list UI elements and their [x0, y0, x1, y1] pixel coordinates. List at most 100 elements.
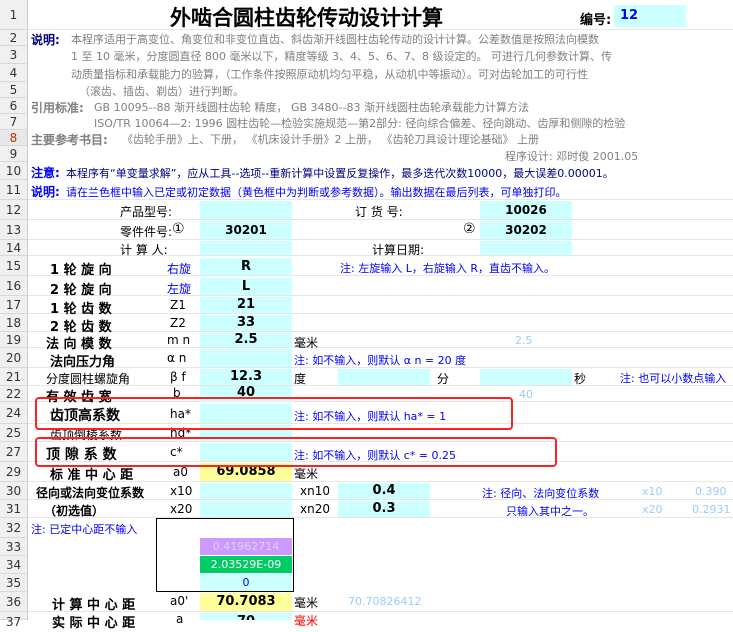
- z2-symbol: Z2: [170, 316, 186, 330]
- order-number-field[interactable]: 10026: [480, 201, 572, 219]
- row-header[interactable]: 21: [0, 368, 28, 386]
- gear1-part-field[interactable]: 30201: [200, 221, 292, 239]
- row-header[interactable]: 16: [0, 276, 28, 296]
- description-line: 动质量指标和承载能力的验算，（工作条件按照原动机均匀平稳，从动机中等振动）。可对…: [71, 68, 588, 81]
- face-width-reference: 40: [519, 388, 533, 401]
- row-header[interactable]: 9: [0, 146, 28, 162]
- center-distance-note: 注: 已定中心距不输入: [31, 523, 138, 536]
- row-header[interactable]: 22: [0, 386, 28, 402]
- row-header[interactable]: 3: [0, 46, 28, 64]
- row-header[interactable]: 25: [0, 424, 28, 442]
- description-line: 1 至 10 毫米，分度圆直径 800 毫米以下，精度等级 3、4、5、6、7、…: [71, 50, 612, 63]
- pressure-angle-label: 法向压力角: [50, 355, 116, 370]
- page-title: 外啮合圆柱齿轮传动设计计算: [170, 5, 443, 30]
- row-header[interactable]: 20: [0, 348, 28, 368]
- helix-angle-degrees-field[interactable]: 12.3: [200, 369, 292, 385]
- actual-center-unit: 毫米: [294, 614, 319, 628]
- calc-center-reference: 70.70826412: [348, 595, 422, 608]
- z1-field[interactable]: 21: [200, 297, 292, 313]
- gear2-part-field[interactable]: 30202: [480, 221, 572, 239]
- row-header[interactable]: 31: [0, 500, 28, 518]
- row-header[interactable]: 2: [0, 30, 28, 46]
- degree-unit: 度: [294, 372, 307, 386]
- calc-date-field[interactable]: [480, 241, 572, 255]
- part-number-label: 零件件号:: [120, 225, 173, 239]
- x20-ref-symbol: x20: [642, 503, 663, 516]
- gear2-helix-symbol: 左旋: [167, 282, 192, 296]
- row-header[interactable]: 17: [0, 296, 28, 314]
- helix-angle-seconds-field[interactable]: [480, 369, 572, 385]
- standards-line: GB 10095--88 渐开线圆柱齿轮 精度， GB 3480--83 渐开线…: [94, 101, 529, 114]
- notice-text: 本程序有“单变量求解”，应从工具--选项--重新计算中设置反复操作，最多迭代次数…: [66, 167, 614, 180]
- row-header[interactable]: 18: [0, 314, 28, 332]
- minute-unit: 分: [437, 372, 450, 386]
- row-header[interactable]: 15: [0, 256, 28, 276]
- row-header[interactable]: 27: [0, 442, 28, 462]
- grid-line: [28, 314, 733, 332]
- row-header[interactable]: 6: [0, 98, 28, 114]
- row-header[interactable]: 24: [0, 402, 28, 424]
- calculator-field[interactable]: [200, 241, 292, 255]
- description-label: 说明:: [31, 33, 60, 47]
- grid-line: [28, 332, 733, 348]
- x10-ref-symbol: x10: [642, 485, 663, 498]
- x10-field[interactable]: [200, 483, 292, 499]
- row-header[interactable]: 33: [0, 538, 28, 556]
- second-unit: 秒: [574, 372, 587, 386]
- row-header[interactable]: 1: [0, 0, 28, 30]
- row-header[interactable]: 30: [0, 482, 28, 500]
- helix-note: 注: 左旋输入 L，右旋输入 R，直齿不输入。: [340, 260, 555, 276]
- gear1-helix-field[interactable]: R: [200, 258, 292, 275]
- calc-center-symbol: a0': [170, 594, 189, 608]
- calculator-label: 计 算 人:: [120, 243, 168, 257]
- row-header[interactable]: 10: [0, 162, 28, 180]
- number-label: 编号:: [580, 13, 612, 28]
- grid-line: [28, 296, 733, 314]
- normal-module-field[interactable]: 2.5: [200, 333, 292, 347]
- x20-field[interactable]: [200, 501, 292, 517]
- row-header[interactable]: 14: [0, 240, 28, 256]
- shift-coef-label: 径向或法向变位系数: [36, 486, 145, 500]
- helix-angle-label: 分度圆柱螺旋角: [46, 372, 131, 386]
- row-header[interactable]: 13: [0, 220, 28, 240]
- shift-coef-note-2: 只输入其中之一。: [506, 505, 594, 518]
- standard-center-unit: 毫米: [294, 467, 319, 481]
- shift-coef-note: 注: 径向、法向变位系数: [482, 487, 600, 500]
- x20-ref-value: 0.2931: [692, 503, 731, 516]
- product-model-field[interactable]: [200, 201, 292, 219]
- row-header[interactable]: 36: [0, 592, 28, 612]
- initial-value-label: （初选值）: [44, 504, 105, 518]
- number-field[interactable]: 12: [614, 5, 686, 27]
- row-header[interactable]: 37: [0, 612, 28, 629]
- iteration-value-purple: 0.41962714: [200, 538, 292, 555]
- standards-label: 引用标准:: [31, 101, 84, 115]
- xn10-field[interactable]: 0.4: [338, 483, 430, 499]
- xn20-symbol: xn20: [300, 502, 330, 516]
- row-header[interactable]: 11: [0, 180, 28, 200]
- z2-field[interactable]: 33: [200, 315, 292, 331]
- row-header[interactable]: 4: [0, 64, 28, 82]
- notice-label: 注意:: [31, 166, 60, 180]
- row-header[interactable]: 7: [0, 114, 28, 130]
- gear2-helix-field[interactable]: L: [200, 278, 292, 295]
- row-header[interactable]: 34: [0, 556, 28, 574]
- row-header[interactable]: 29: [0, 462, 28, 482]
- product-model-label: 产品型号:: [120, 205, 173, 219]
- iteration-value-zero: 0: [200, 574, 292, 591]
- note-label: 说明:: [31, 185, 60, 199]
- row-header[interactable]: 8: [0, 130, 28, 146]
- row-header[interactable]: 19: [0, 332, 28, 348]
- helix-angle-minutes-field[interactable]: [338, 369, 430, 385]
- pressure-angle-symbol: α n: [167, 351, 187, 365]
- description-line: （滚齿、插齿、剃齿）进行判断。: [79, 85, 244, 98]
- pressure-angle-field[interactable]: [200, 349, 292, 367]
- actual-center-field[interactable]: 70: [200, 613, 292, 620]
- xn10-symbol: xn10: [300, 484, 330, 498]
- calc-center-unit: 毫米: [294, 596, 319, 610]
- row-header[interactable]: 35: [0, 574, 28, 592]
- gear1-helix-symbol: 右旋: [167, 262, 192, 276]
- row-header[interactable]: 32: [0, 518, 28, 538]
- xn20-field[interactable]: 0.3: [338, 501, 430, 517]
- row-header[interactable]: 5: [0, 82, 28, 98]
- row-header[interactable]: 12: [0, 200, 28, 220]
